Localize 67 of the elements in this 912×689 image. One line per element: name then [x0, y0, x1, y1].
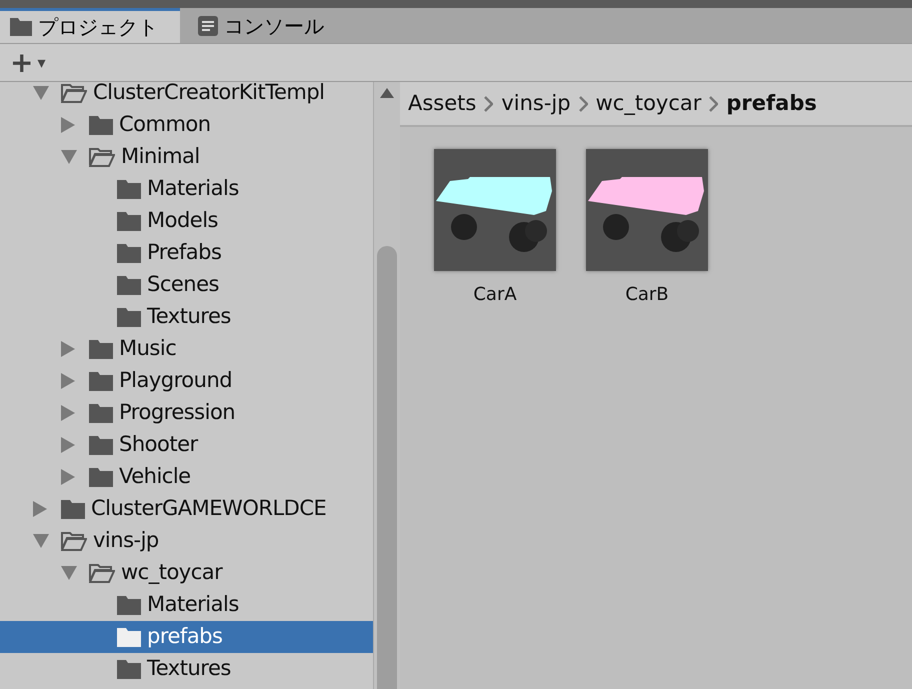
folder-icon [117, 307, 141, 327]
tree-row[interactable]: Shooter [0, 429, 373, 461]
breadcrumb-item[interactable]: wc_toycar [596, 88, 702, 120]
expanded-arrow-icon[interactable] [33, 86, 49, 100]
tree-row[interactable]: Scenes [0, 269, 373, 301]
tree-row[interactable]: Prefabs [0, 237, 373, 269]
open-folder-icon [89, 563, 115, 583]
collapsed-arrow-icon[interactable] [61, 469, 75, 485]
collapsed-arrow-icon[interactable] [61, 405, 75, 421]
tree-row[interactable]: Materials [0, 589, 373, 621]
chevron-right-icon [709, 96, 718, 112]
scrollbar-thumb[interactable] [377, 246, 397, 689]
chevron-right-icon [484, 96, 494, 112]
folder-icon [89, 371, 113, 391]
console-icon [198, 16, 218, 36]
tree-row[interactable]: ClusterGAMEWORLDCE [0, 493, 373, 525]
car-thumbnail[interactable] [586, 149, 708, 271]
asset-name: CarA [473, 283, 517, 307]
tab[interactable]: プロジェクト [0, 8, 180, 43]
folder-icon [117, 627, 141, 647]
tree-row[interactable]: Minimal [0, 141, 373, 173]
scroll-up-icon[interactable] [380, 88, 394, 98]
expanded-arrow-icon[interactable] [61, 150, 77, 164]
collapsed-arrow-icon[interactable] [61, 341, 75, 357]
folder-icon [117, 595, 141, 615]
chevron-right-icon [578, 96, 588, 112]
asset-name: CarB [625, 283, 669, 307]
breadcrumb-item[interactable]: vins-jp [501, 88, 571, 120]
folder-icon [89, 115, 113, 135]
tree-row[interactable]: wc_toycar [0, 557, 373, 589]
expanded-arrow-icon[interactable] [61, 566, 77, 580]
expanded-arrow-icon[interactable] [33, 534, 49, 548]
open-folder-icon [61, 531, 87, 551]
folder-icon [10, 18, 32, 36]
folder-icon [117, 243, 141, 263]
open-folder-icon [89, 147, 115, 167]
breadcrumb-item[interactable]: Assets [408, 88, 476, 120]
tree-row[interactable]: Common [0, 109, 373, 141]
collapsed-arrow-icon[interactable] [33, 501, 47, 517]
collapsed-arrow-icon[interactable] [61, 117, 75, 133]
folder-icon [117, 179, 141, 199]
folder-icon [89, 403, 113, 423]
folder-icon [117, 659, 141, 679]
open-folder-icon [61, 83, 87, 103]
tree-row[interactable]: ClusterCreatorKitTempl [0, 82, 373, 109]
car-thumbnail[interactable] [434, 149, 556, 271]
folder-icon [89, 435, 113, 455]
folder-icon [89, 339, 113, 359]
tree-row[interactable]: Materials [0, 173, 373, 205]
tree-row[interactable]: Models [0, 205, 373, 237]
scrollbar[interactable] [373, 82, 400, 689]
folder-icon [117, 211, 141, 231]
tree-row[interactable]: prefabs [0, 621, 373, 653]
add-button[interactable]: +▾ [10, 48, 46, 76]
tree-row[interactable]: Playground [0, 365, 373, 397]
tree-row[interactable]: Vehicle [0, 461, 373, 493]
breadcrumb-item[interactable]: prefabs [726, 88, 817, 120]
tree-row[interactable]: Progression [0, 397, 373, 429]
folder-icon [117, 275, 141, 295]
tree-row[interactable]: Textures [0, 653, 373, 685]
collapsed-arrow-icon[interactable] [61, 437, 75, 453]
folder-icon [61, 499, 85, 519]
collapsed-arrow-icon[interactable] [61, 373, 75, 389]
tree-row[interactable]: Textures [0, 301, 373, 333]
tree-row[interactable]: vins-jp [0, 525, 373, 557]
tree-row[interactable]: Music [0, 333, 373, 365]
folder-icon [89, 467, 113, 487]
